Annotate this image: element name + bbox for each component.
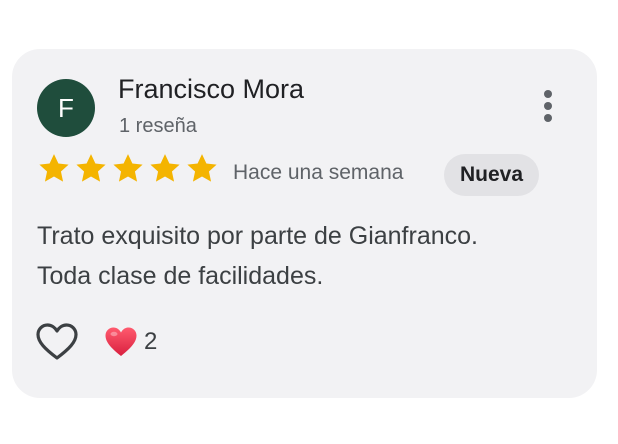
reactions[interactable]: 2 <box>104 325 157 359</box>
author-name[interactable]: Francisco Mora <box>118 74 304 105</box>
reaction-count: 2 <box>144 328 158 355</box>
star-icon <box>150 154 180 182</box>
review-card: F Francisco Mora 1 reseña Hace una seman… <box>12 49 597 398</box>
review-text-line: Trato exquisito por parte de Gianfranco. <box>37 222 478 250</box>
red-heart-icon <box>105 327 137 356</box>
review-text: Trato exquisito por parte de Gianfranco.… <box>37 216 577 296</box>
new-badge: Nueva <box>444 154 540 196</box>
star-icon <box>113 154 143 182</box>
review-count: 1 reseña <box>119 115 197 137</box>
star-icon <box>39 154 69 182</box>
review-text-line: Toda clase de facilidades. <box>37 262 324 290</box>
avatar[interactable]: F <box>37 79 95 137</box>
star-rating <box>37 152 219 186</box>
review-date: Hace una semana <box>233 161 404 184</box>
avatar-initial: F <box>58 93 74 123</box>
more-options-button[interactable] <box>534 87 562 127</box>
heart-outline-icon <box>36 323 78 360</box>
more-vert-icon <box>544 90 552 122</box>
like-button[interactable] <box>35 322 79 362</box>
star-icon <box>76 154 106 182</box>
star-icon <box>187 154 217 182</box>
